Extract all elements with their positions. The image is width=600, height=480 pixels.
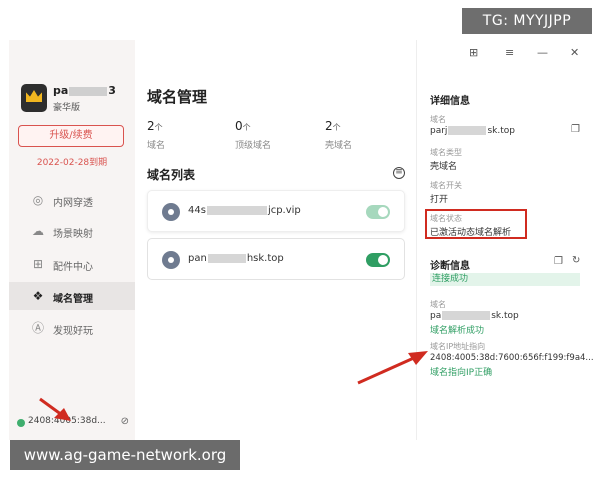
stat-top-level-domains: 0个 顶级域名: [235, 119, 272, 151]
domain-type-label: 域名类型: [430, 148, 462, 157]
domain-value: parj sk.top: [430, 126, 515, 136]
expire-date: 2022-02-28到期: [36, 158, 108, 168]
domain-icon: [162, 251, 180, 269]
detail-panel: ⊞ ≡ — ✕ 详细信息 域名 parj sk.top ❐ 域名类型 壳域名 域名…: [416, 40, 594, 440]
domain-list-title: 域名列表: [147, 168, 196, 182]
upgrade-button[interactable]: 升级/续费: [18, 125, 124, 147]
redacted-text: [69, 86, 108, 96]
crown-icon: [26, 90, 42, 102]
list-menu-icon[interactable]: ≡: [393, 167, 405, 179]
diag-domain-status: 域名解析成功: [430, 326, 485, 336]
domain-type-value: 壳域名: [430, 162, 458, 172]
discover-icon: Ⓐ: [31, 321, 44, 335]
detail-title: 详细信息: [430, 96, 470, 107]
domain-toggle[interactable]: [366, 205, 390, 219]
member-level: 豪华版: [53, 103, 81, 113]
diagnostic-title: 诊断信息: [430, 261, 470, 272]
page-title: 域名管理: [147, 88, 208, 106]
annotation-arrow: [39, 397, 71, 421]
annotation-arrow: [357, 351, 428, 385]
domain-name: 44s jcp.vip: [188, 205, 301, 216]
domain-card[interactable]: 44s jcp.vip: [147, 190, 405, 232]
domain-icon: ❖: [32, 289, 44, 303]
pin-icon[interactable]: ⊞: [469, 46, 478, 59]
copy-icon[interactable]: ❐: [554, 256, 563, 267]
stat-domains: 2个 域名: [147, 119, 166, 151]
domain-name: pan hsk.top: [188, 253, 284, 264]
globe-icon: ◎: [32, 193, 44, 207]
avatar[interactable]: [21, 84, 47, 112]
copy-icon[interactable]: ❐: [571, 124, 580, 135]
redacted-text: [206, 205, 267, 215]
domain-switch-value: 打开: [430, 195, 449, 205]
refresh-icon[interactable]: ↻: [572, 255, 580, 266]
ip-label: 域名IP地址指向: [430, 342, 486, 351]
watermark-bottom: www.ag-game-network.org: [10, 440, 240, 470]
grid-icon: ⊞: [32, 257, 44, 271]
sidebar-item-discover[interactable]: Ⓐ 发现好玩: [9, 314, 135, 342]
status-dot: [17, 419, 25, 427]
domain-status-value: 已激活动态域名解析: [430, 228, 512, 238]
sidebar-item-scene-mapping[interactable]: ☁ 场景映射: [9, 217, 135, 245]
app-window: pa 3 豪华版 升级/续费 2022-02-28到期 ◎ 内网穿透 ☁ 场景映射…: [9, 40, 594, 440]
connection-badge: 连接成功: [430, 273, 580, 286]
domain-toggle[interactable]: [366, 253, 390, 267]
minimize-icon[interactable]: —: [537, 46, 548, 59]
sidebar: pa 3 豪华版 升级/续费 2022-02-28到期 ◎ 内网穿透 ☁ 场景映射…: [9, 40, 135, 440]
domain-icon: [162, 203, 180, 221]
cloud-icon: ☁: [32, 224, 44, 238]
domain-label: 域名: [430, 115, 446, 124]
domain-switch-label: 域名开关: [430, 181, 462, 190]
username: pa 3: [53, 84, 116, 97]
close-icon[interactable]: ✕: [570, 46, 579, 59]
redacted-text: [207, 253, 246, 263]
domain-status-label: 域名状态: [430, 214, 462, 223]
watermark-top: TG: MYYJJPP: [462, 8, 592, 34]
scan-icon[interactable]: ⊘: [121, 416, 129, 427]
domain-card[interactable]: pan hsk.top: [147, 238, 405, 280]
sidebar-item-accessories[interactable]: ⊞ 配件中心: [9, 250, 135, 278]
sidebar-item-domain-management[interactable]: ❖ 域名管理: [9, 282, 135, 310]
sidebar-item-intranet[interactable]: ◎ 内网穿透: [9, 186, 135, 214]
ip-status: 域名指向IP正确: [430, 368, 493, 378]
diag-domain-value: pa sk.top: [430, 311, 519, 321]
menu-icon[interactable]: ≡: [505, 46, 514, 59]
redacted-text: [448, 126, 487, 135]
ip-value: 2408:4005:38d:7600:656f:f199:f9a4...: [430, 353, 594, 363]
redacted-text: [442, 311, 491, 320]
diag-domain-label: 域名: [430, 300, 446, 309]
stat-shell-domains: 2个 壳域名: [325, 119, 353, 151]
